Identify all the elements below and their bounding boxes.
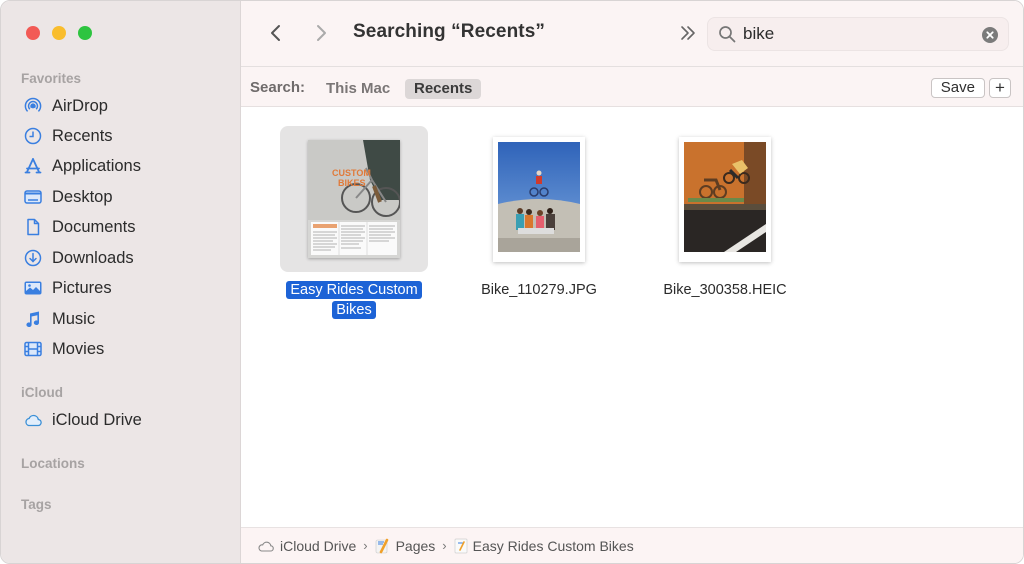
file-item[interactable]: CUSTOM BIKES Easy Rides Custom Bikes (280, 126, 428, 320)
clear-search-button[interactable] (982, 27, 998, 43)
path-separator: › (442, 538, 447, 553)
window-controls (26, 26, 92, 40)
file-thumbnail (465, 126, 613, 272)
file-grid: CUSTOM BIKES Easy Rides Custom Bikes Bik… (241, 107, 1023, 527)
svg-text:BIKES: BIKES (338, 178, 366, 188)
toolbar-overflow-button[interactable] (677, 21, 699, 45)
path-bar: iCloud Drive › Pages › Easy Rides Custom… (241, 527, 1023, 563)
sidebar: Favorites AirDrop Recents Applications D… (1, 1, 241, 563)
path-item-pages[interactable]: Pages (375, 538, 435, 554)
file-item[interactable]: Bike_110279.JPG (465, 126, 613, 300)
sidebar-item-desktop[interactable]: Desktop (23, 184, 113, 210)
search-field[interactable] (707, 17, 1009, 51)
path-item-document[interactable]: Easy Rides Custom Bikes (454, 538, 634, 554)
music-note-icon (23, 309, 43, 329)
chevron-right-icon (317, 25, 326, 41)
film-icon (23, 339, 43, 359)
path-item-icloud-drive[interactable]: iCloud Drive (257, 538, 356, 554)
sidebar-item-label: Pictures (52, 278, 112, 297)
file-name[interactable]: Easy Rides Custom Bikes (280, 280, 428, 320)
sidebar-item-icloud-drive[interactable]: iCloud Drive (23, 407, 142, 433)
sidebar-item-label: Movies (52, 339, 105, 358)
scope-recents[interactable]: Recents (405, 79, 482, 99)
maximize-window-button[interactable] (78, 26, 92, 40)
file-thumbnail: CUSTOM BIKES (280, 126, 428, 272)
minimize-window-button[interactable] (52, 26, 66, 40)
sidebar-item-label: AirDrop (52, 96, 108, 115)
pages-app-icon (375, 538, 388, 553)
search-scope-bar: Search: This Mac Recents Save + (241, 67, 1023, 107)
sidebar-section-icloud: iCloud (21, 385, 63, 400)
path-separator: › (363, 538, 368, 553)
sidebar-item-label: Music (52, 309, 96, 328)
photo-thumbnail (679, 136, 771, 262)
pages-document-thumbnail: CUSTOM BIKES (308, 140, 400, 258)
file-name[interactable]: Bike_300358.HEIC (651, 280, 799, 300)
save-search-button[interactable]: Save (930, 78, 985, 98)
sidebar-item-movies[interactable]: Movies (23, 336, 104, 362)
sidebar-item-label: Documents (52, 217, 136, 236)
search-input[interactable] (743, 24, 963, 44)
sidebar-item-airdrop[interactable]: AirDrop (23, 93, 108, 119)
sidebar-item-label: Recents (52, 126, 113, 145)
applications-icon (23, 156, 43, 176)
file-name[interactable]: Bike_110279.JPG (465, 280, 613, 300)
sidebar-item-label: iCloud Drive (52, 410, 142, 429)
close-icon (986, 31, 994, 39)
sidebar-section-locations[interactable]: Locations (21, 456, 85, 471)
close-window-button[interactable] (26, 26, 40, 40)
pictures-icon (23, 278, 43, 298)
add-criteria-button[interactable]: + (989, 78, 1011, 98)
sidebar-item-pictures[interactable]: Pictures (23, 275, 112, 301)
sidebar-item-music[interactable]: Music (23, 306, 95, 332)
toolbar: Searching “Recents” (241, 1, 1023, 67)
scope-this-mac[interactable]: This Mac (317, 79, 399, 99)
window-title: Searching “Recents” (353, 21, 545, 42)
download-icon (23, 248, 43, 268)
photo-thumbnail (493, 136, 585, 262)
sidebar-item-applications[interactable]: Applications (23, 153, 141, 179)
search-icon (719, 26, 736, 43)
sidebar-item-documents[interactable]: Documents (23, 214, 135, 240)
forward-button[interactable] (309, 21, 333, 45)
sidebar-item-label: Applications (52, 156, 141, 175)
sidebar-item-downloads[interactable]: Downloads (23, 245, 134, 271)
sidebar-item-label: Desktop (52, 187, 113, 206)
scope-label: Search: (250, 79, 306, 96)
file-thumbnail (651, 126, 799, 272)
file-item[interactable]: Bike_300358.HEIC (651, 126, 799, 300)
double-chevron-right-icon (681, 26, 695, 40)
finder-window: Favorites AirDrop Recents Applications D… (0, 0, 1024, 564)
sidebar-section-favorites: Favorites (21, 71, 82, 86)
clock-icon (23, 126, 43, 146)
document-icon (23, 217, 43, 237)
chevron-left-icon (271, 25, 280, 41)
sidebar-item-label: Downloads (52, 248, 134, 267)
sidebar-item-recents[interactable]: Recents (23, 123, 113, 149)
back-button[interactable] (264, 21, 288, 45)
airdrop-icon (23, 96, 43, 116)
thumbnail-title: CUSTOM (332, 168, 371, 178)
desktop-icon (23, 187, 43, 207)
cloud-icon (258, 541, 274, 552)
pages-document-icon (454, 538, 467, 553)
main-pane: Searching “Recents” Search: This Mac Rec… (241, 1, 1023, 563)
sidebar-section-tags[interactable]: Tags (21, 497, 52, 512)
cloud-icon (23, 410, 43, 430)
